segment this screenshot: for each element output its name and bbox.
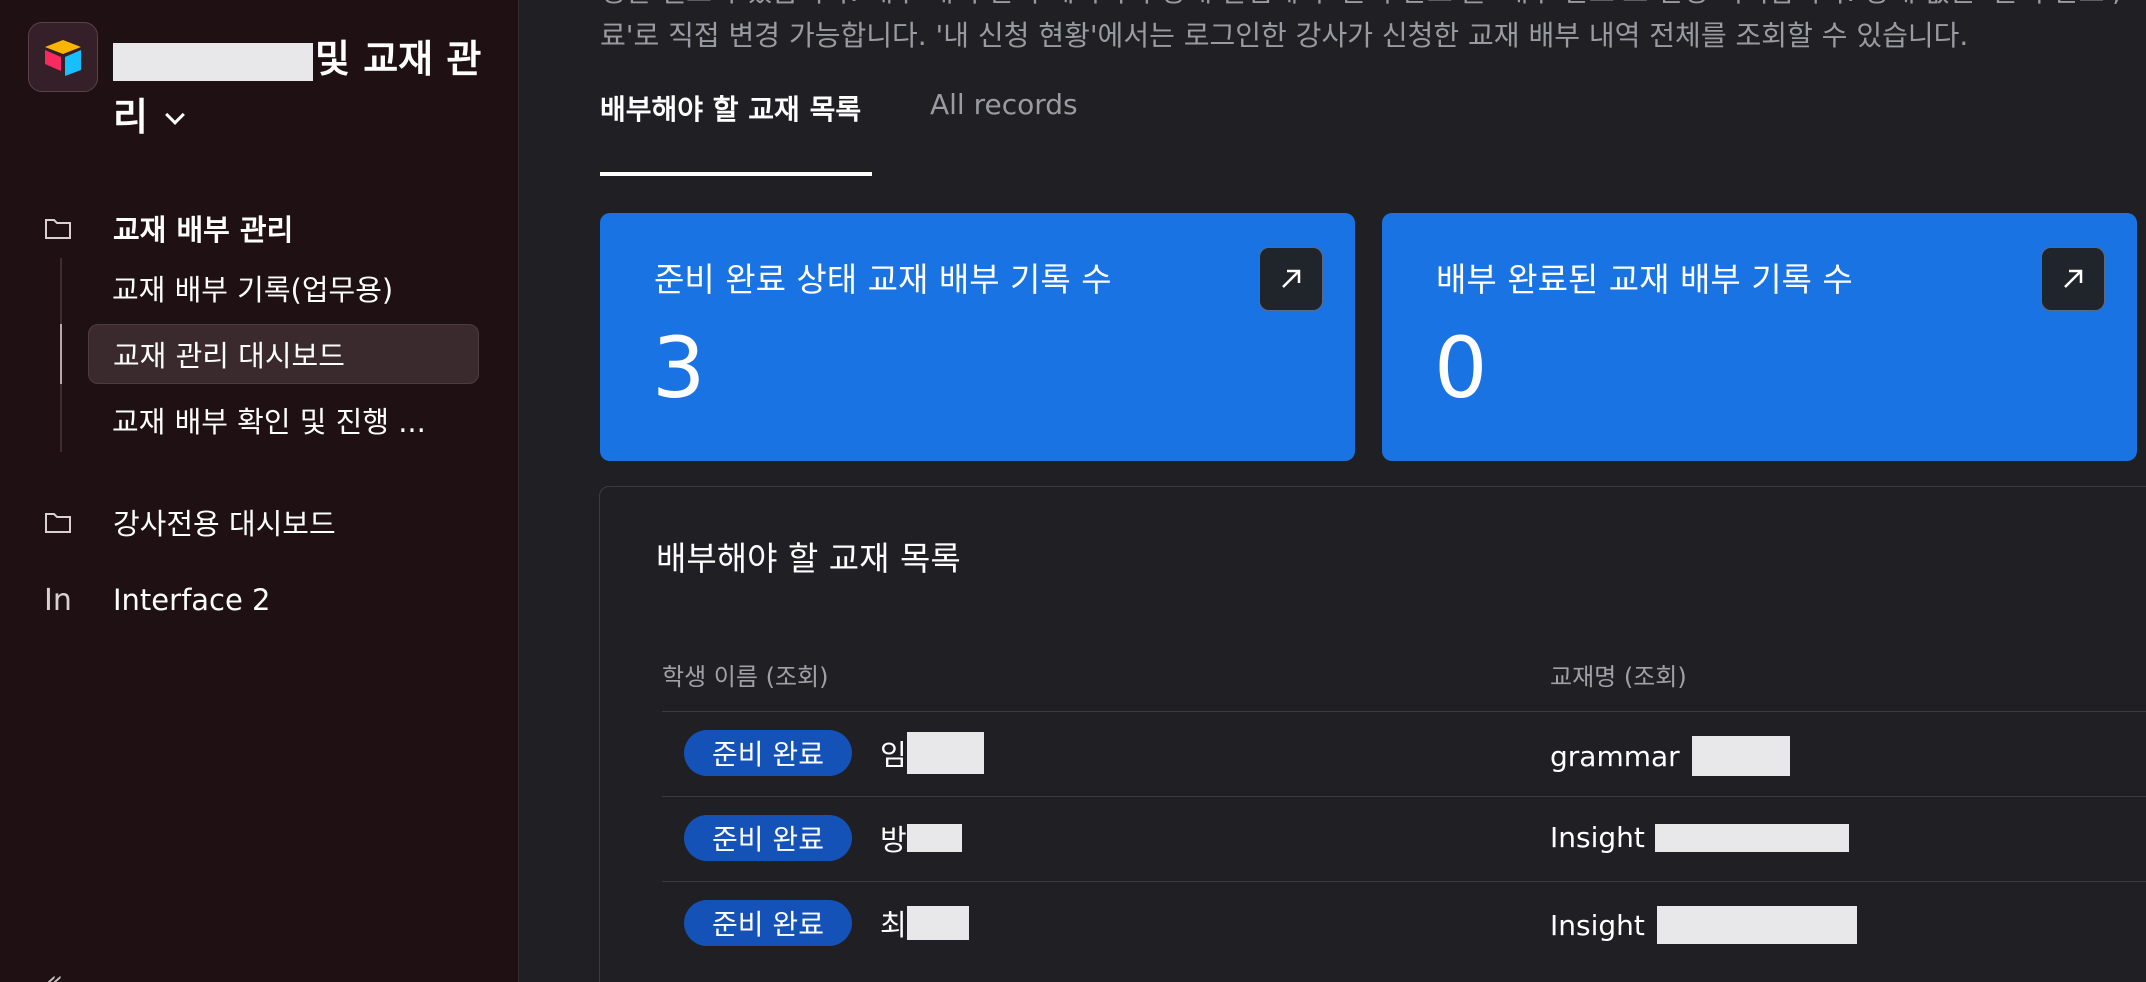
- table-row[interactable]: 준비 완료 방 Insight: [662, 796, 2146, 881]
- student-name-text: 임: [880, 738, 907, 772]
- stat-label: 준비 완료 상태 교재 배부 기록 수: [654, 260, 1112, 299]
- redacted-block: [1654, 823, 1849, 852]
- distribution-list-panel: 배부해야 할 교재 목록 학생 이름 (조회) 교재명 (조회) 준비 완료 임…: [599, 486, 2146, 982]
- stat-card-distributed: 배부 완료된 교재 배부 기록 수 0: [1382, 213, 2137, 461]
- description-line: 정할 필요가 있습니다. 배부 내역 관리 페이지의 상태 칼럼에서 '준비 완…: [600, 0, 2146, 14]
- stat-value: 0: [1434, 319, 1488, 417]
- tree-line-active: [60, 324, 62, 384]
- tree-line: [60, 258, 62, 452]
- column-header-book[interactable]: 교재명 (조회): [1550, 657, 1687, 692]
- sidebar-section-distribution[interactable]: 교재 배부 관리: [0, 198, 519, 258]
- redacted-block: [113, 42, 313, 81]
- book-name: Insight: [1550, 821, 1849, 854]
- open-link-button[interactable]: [1259, 247, 1323, 311]
- panel-title: 배부해야 할 교재 목록: [656, 539, 961, 578]
- sidebar-item-distribution-log[interactable]: 교재 배부 기록(업무용): [88, 258, 479, 318]
- page-description: 정할 필요가 있습니다. 배부 내역 관리 페이지의 상태 칼럼에서 '준비 완…: [600, 0, 2146, 58]
- sidebar-item-confirm-progress[interactable]: 교재 배부 확인 및 진행 ...: [88, 390, 479, 450]
- table-row[interactable]: 준비 완료 최 Insight: [662, 881, 2146, 966]
- sidebar-section-label: Interface 2: [113, 583, 271, 617]
- stat-value: 3: [652, 319, 706, 417]
- tab-active-indicator: [600, 172, 872, 176]
- redacted-block: [906, 732, 984, 774]
- interface-icon: In: [44, 582, 72, 618]
- app-logo-icon[interactable]: [28, 22, 98, 92]
- sidebar-section-label: 교재 배부 관리: [113, 213, 294, 247]
- column-header-student[interactable]: 학생 이름 (조회): [662, 657, 828, 692]
- student-name: 임: [880, 732, 984, 774]
- main-content: 정할 필요가 있습니다. 배부 내역 관리 페이지의 상태 칼럼에서 '준비 완…: [520, 0, 2146, 982]
- student-name: 최: [880, 902, 969, 944]
- sidebar-item-dashboard[interactable]: 교재 관리 대시보드: [88, 324, 479, 384]
- open-link-button[interactable]: [2041, 247, 2105, 311]
- redacted-block: [906, 906, 969, 940]
- book-name: Insight: [1550, 906, 1857, 944]
- sidebar: 및 교재 관리 교재 배부 관리 교재 배부 기록(업무용) 교재 관리 대시보…: [0, 0, 519, 982]
- arrow-up-right-icon: [2064, 269, 2083, 288]
- book-name-text: Insight: [1550, 908, 1645, 942]
- book-name-text: grammar: [1550, 739, 1680, 773]
- student-name: 방: [880, 817, 962, 859]
- book-name: grammar: [1550, 736, 1790, 776]
- app-title[interactable]: 및 교재 관리: [113, 30, 493, 146]
- description-line: 료'로 직접 변경 가능합니다. '내 신청 현황'에서는 로그인한 강사가 신…: [600, 19, 1969, 52]
- student-name-text: 방: [880, 823, 907, 857]
- tab-distribution-list[interactable]: 배부해야 할 교재 목록: [600, 88, 861, 128]
- status-badge: 준비 완료: [684, 900, 852, 946]
- redacted-block: [1691, 736, 1790, 776]
- redacted-block: [1656, 906, 1857, 944]
- collapse-sidebar-icon[interactable]: «: [46, 964, 63, 982]
- folder-icon: [45, 513, 71, 533]
- student-name-text: 최: [880, 908, 907, 942]
- folder-icon: [45, 219, 71, 239]
- sidebar-section-interface2[interactable]: In Interface 2: [0, 570, 519, 630]
- status-badge: 준비 완료: [684, 815, 852, 861]
- stat-card-ready: 준비 완료 상태 교재 배부 기록 수 3: [600, 213, 1355, 461]
- book-name-text: Insight: [1550, 821, 1645, 854]
- arrow-up-right-icon: [1282, 269, 1301, 288]
- sidebar-section-instructor[interactable]: 강사전용 대시보드: [0, 492, 519, 552]
- table-row[interactable]: 준비 완료 임 grammar: [662, 711, 2146, 796]
- tab-all-records[interactable]: All records: [930, 88, 1078, 121]
- redacted-block: [906, 824, 962, 852]
- chevron-down-icon[interactable]: [165, 105, 185, 125]
- status-badge: 준비 완료: [684, 730, 852, 776]
- stat-label: 배부 완료된 교재 배부 기록 수: [1436, 260, 1853, 299]
- sidebar-section-label: 강사전용 대시보드: [113, 507, 336, 541]
